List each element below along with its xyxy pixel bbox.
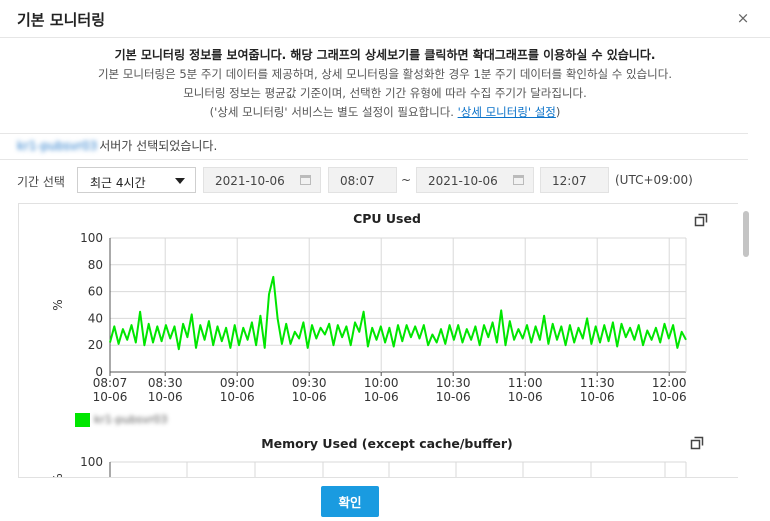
close-icon[interactable]: × (736, 11, 750, 26)
start-time-value: 08:07 (340, 174, 375, 188)
timezone-label: (UTC+09:00) (615, 173, 693, 187)
intro-line-2: 모니터링 정보는 평균값 기준이며, 선택한 기간 유형에 따라 수집 주기가 … (183, 86, 587, 100)
calendar-icon (300, 175, 311, 185)
ok-button[interactable]: 확인 (321, 486, 379, 517)
start-time-field[interactable]: 08:07 (328, 167, 397, 193)
intro-description: 기본 모니터링 정보를 보여줍니다. 해당 그래프의 상세보기를 클릭하면 확대… (0, 46, 770, 122)
end-time-value: 12:07 (552, 174, 587, 188)
start-date-field[interactable]: 2021-10-06 (203, 167, 321, 193)
range-separator: ~ (401, 173, 412, 187)
dialog-header: 기본 모니터링 × (0, 0, 770, 38)
period-selection-row: 기간 선택 최근 4시간 2021-10-06 08:07 ~ 2021-10-… (0, 166, 770, 194)
start-date-value: 2021-10-06 (215, 174, 285, 188)
period-label: 기간 선택 (17, 175, 65, 189)
divider (0, 159, 748, 160)
server-name: kr1-pubsvr03 (17, 139, 98, 153)
caret-down-icon (175, 178, 185, 184)
dialog-footer: 확인 (0, 478, 770, 521)
y-tick-label: 100 (80, 455, 103, 469)
server-selected-text: 서버가 선택되었습니다. (99, 139, 218, 153)
intro-line-3-suffix: ) (555, 105, 561, 119)
end-date-value: 2021-10-06 (428, 174, 498, 188)
end-time-field[interactable]: 12:07 (540, 167, 609, 193)
end-date-field[interactable]: 2021-10-06 (416, 167, 534, 193)
chart-panel[interactable]: CPU Used 0 20 40 60 80 100% 08:07 10-06 08:30 10-… (18, 203, 754, 478)
detailed-monitoring-settings-link[interactable]: '상세 모니터링' 설정 (458, 105, 556, 119)
memory-chart: 100% (51, 455, 687, 477)
dialog-title: 기본 모니터링 (17, 11, 106, 29)
intro-headline: 기본 모니터링 정보를 보여줍니다. 해당 그래프의 상세보기를 클릭하면 확대… (114, 48, 656, 62)
intro-line-1: 기본 모니터링은 5분 주기 데이터를 제공하며, 상세 모니터링을 활성화한 … (97, 67, 673, 81)
chart-scrollbar-thumb[interactable] (743, 211, 749, 257)
period-select[interactable]: 최근 4시간 (77, 167, 196, 193)
period-select-value: 최근 4시간 (90, 176, 146, 190)
divider (0, 133, 748, 134)
intro-line-3: ('상세 모니터링' 서비스는 별도 설정이 필요합니다. '상세 모니터링' … (0, 103, 770, 122)
calendar-icon (513, 175, 524, 185)
selected-server-row: kr1-pubsvr03 서버가 선택되었습니다. (17, 137, 217, 155)
intro-line-3-prefix: ('상세 모니터링' 서비스는 별도 설정이 필요합니다. (209, 105, 458, 119)
